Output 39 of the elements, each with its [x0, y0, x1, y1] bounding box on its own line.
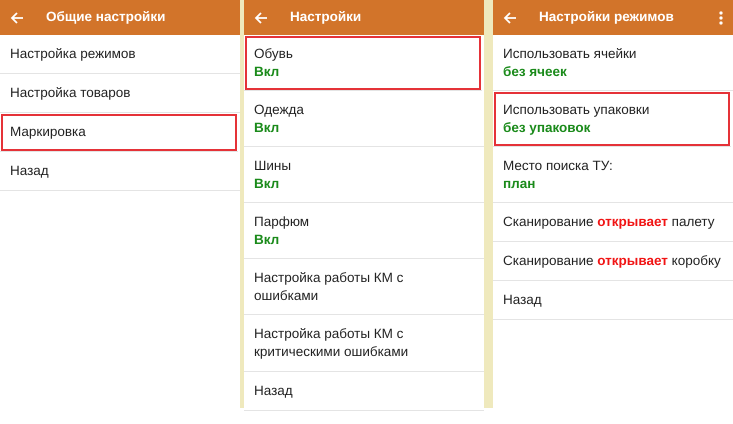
- item-label: Одежда: [254, 101, 305, 119]
- item-label: Настройка товаров: [10, 84, 132, 102]
- screen-title: Настройки режимов: [539, 8, 674, 26]
- back-arrow-icon[interactable]: [503, 10, 517, 24]
- settings-item[interactable]: Сканирование открывает коробку: [493, 242, 733, 282]
- item-label: Сканирование открывает коробку: [503, 252, 722, 270]
- item-label: Сканирование открывает палету: [503, 213, 716, 231]
- back-arrow-icon[interactable]: [10, 10, 24, 24]
- settings-item[interactable]: Использовать упаковки без упаковок: [493, 91, 731, 148]
- item-label: Назад: [254, 382, 294, 400]
- settings-item[interactable]: Маркировка: [0, 113, 238, 152]
- item-value: Вкл: [254, 230, 280, 248]
- item-label: Использовать упаковки: [503, 101, 650, 119]
- settings-item[interactable]: Сканирование открывает палету: [493, 203, 733, 242]
- settings-item[interactable]: Назад: [493, 281, 733, 320]
- item-label: Настройка режимов: [10, 45, 137, 63]
- item-value: Вкл: [254, 118, 280, 136]
- more-menu-icon[interactable]: [719, 10, 723, 24]
- item-label: Шины: [254, 157, 292, 175]
- item-value: без ячеек: [503, 62, 568, 80]
- settings-item[interactable]: Использовать ячейки без ячеек: [493, 35, 733, 92]
- settings-item[interactable]: Место поиска ТУ: план: [493, 147, 733, 204]
- item-label: Настройка работы КМ с критическими ошибками: [254, 325, 410, 361]
- item-value: Вкл: [254, 62, 280, 80]
- item-value: без упаковок: [503, 118, 592, 136]
- settings-item[interactable]: Обувь Вкл: [244, 35, 482, 92]
- item-label: Парфюм: [254, 213, 310, 231]
- screen-title: Общие настройки: [46, 8, 166, 26]
- item-value: Вкл: [254, 174, 280, 192]
- item-label: Обувь: [254, 45, 294, 63]
- item-label: Назад: [503, 291, 543, 309]
- item-label: Место поиска ТУ:: [503, 157, 614, 175]
- item-label: Использовать ячейки: [503, 45, 638, 63]
- item-label: Маркировка: [10, 123, 87, 141]
- item-label: Назад: [10, 162, 50, 180]
- screen-title: Настройки: [290, 8, 362, 26]
- back-arrow-icon[interactable]: [254, 10, 268, 24]
- item-value: план: [503, 174, 536, 192]
- item-label: Настройка работы КМ с ошибками: [254, 269, 404, 304]
